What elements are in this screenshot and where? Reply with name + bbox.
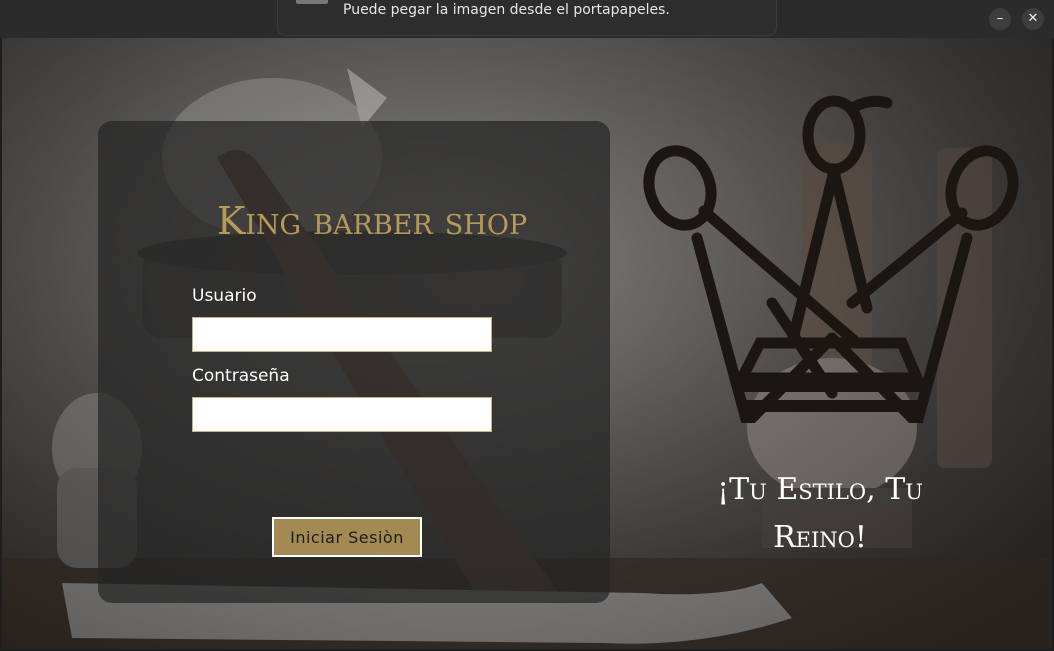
title-bar: Puede pegar la imagen desde el portapape…: [0, 0, 1054, 38]
login-panel: King barber shop Usuario Contraseña Inic…: [98, 121, 610, 603]
clipboard-notification[interactable]: Puede pegar la imagen desde el portapape…: [277, 0, 777, 36]
login-button[interactable]: Iniciar Sesiòn: [272, 517, 422, 557]
password-label: Contraseña: [192, 366, 290, 386]
crown-scissors-logo: [643, 95, 1019, 423]
close-icon: ✕: [1027, 11, 1039, 26]
minimize-icon: –: [996, 11, 1004, 26]
password-input[interactable]: [192, 397, 492, 432]
username-label: Usuario: [192, 286, 257, 306]
username-input[interactable]: [192, 317, 492, 352]
minimize-button[interactable]: –: [989, 8, 1011, 30]
slogan-text: ¡Tu Estilo, Tu Reino!: [717, 472, 923, 555]
brand-title: King barber shop: [216, 199, 528, 243]
login-window: King barber shop Usuario Contraseña Inic…: [2, 38, 1052, 649]
close-button[interactable]: ✕: [1022, 8, 1044, 30]
notification-icon: [296, 0, 328, 4]
notification-text: Puede pegar la imagen desde el portapape…: [343, 2, 670, 18]
